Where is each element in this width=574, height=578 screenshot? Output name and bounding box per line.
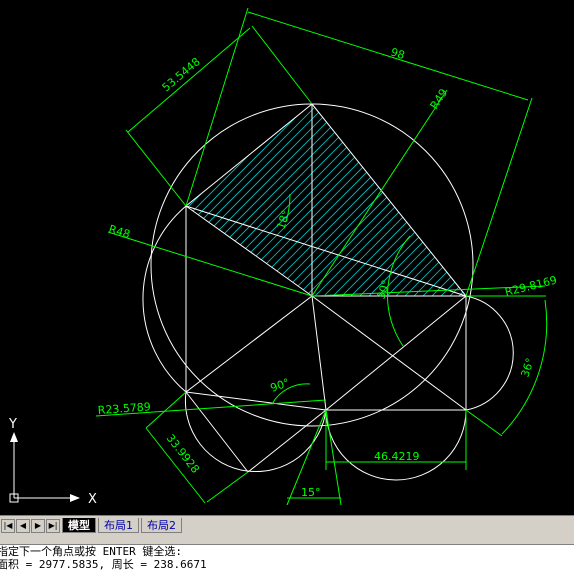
- left-arc: [142, 205, 187, 393]
- hatch-line: [192, 104, 414, 296]
- hatch-line: [228, 104, 450, 296]
- dim-53-5448[interactable]: 53.5448: [160, 55, 203, 94]
- hatch-line: [210, 104, 432, 296]
- hatch-line: [481, 90, 574, 310]
- first-tab-button[interactable]: |◀: [1, 518, 15, 533]
- dim-98[interactable]: 98: [389, 45, 406, 62]
- hatch-line: [186, 104, 234, 296]
- next-tab-button[interactable]: ▶: [31, 518, 45, 533]
- hatch-line: [553, 90, 574, 310]
- hatch-line: [318, 104, 466, 296]
- dim-46-4219[interactable]: 46.4219: [374, 450, 420, 463]
- hatch-line: [186, 104, 360, 296]
- cad-drawing[interactable]: 98 53.5448 R49 R48 18° 30° R29.8169 36° …: [0, 0, 574, 515]
- dim-30-deg[interactable]: 30°: [374, 278, 392, 301]
- tab-model[interactable]: 模型: [62, 518, 96, 533]
- dim-r48[interactable]: R48: [107, 222, 131, 241]
- ucs-y-label: Y: [8, 417, 17, 432]
- bottom-right-arc: [325, 409, 467, 481]
- ucs-icon: Y X: [8, 417, 97, 507]
- hatch-line: [462, 104, 466, 296]
- layout-tab-bar: |◀ ◀ ▶ ▶| 模型 布局1 布局2: [0, 515, 574, 535]
- hatch-line: [186, 104, 189, 296]
- hatch-line: [186, 104, 216, 296]
- tab-layout2[interactable]: 布局2: [141, 518, 182, 533]
- dim-15-deg[interactable]: 15°: [301, 486, 321, 499]
- hatch-line: [186, 104, 279, 296]
- hatch-line: [246, 104, 466, 296]
- hatch-line: [309, 104, 466, 296]
- hatch-line: [327, 104, 466, 296]
- bottom-left-arc: [184, 391, 327, 473]
- hatch-line: [186, 104, 387, 296]
- dim-90-deg[interactable]: 90°: [269, 376, 292, 395]
- hatch-line: [186, 104, 243, 296]
- ucs-x-label: X: [88, 492, 97, 507]
- hatch-line: [186, 104, 315, 296]
- hatch-line: [186, 104, 207, 296]
- hatch-line: [186, 104, 342, 296]
- hatch-line: [300, 104, 466, 296]
- command-splitter[interactable]: [0, 534, 574, 544]
- hatch-line: [186, 104, 405, 296]
- hatch-line: [186, 104, 225, 296]
- hatch-line: [490, 90, 574, 310]
- right-arc: [465, 295, 514, 411]
- hatch-line: [282, 104, 466, 296]
- hatch-line: [186, 104, 261, 296]
- prev-tab-button[interactable]: ◀: [16, 518, 30, 533]
- command-result-line: 面积 = 2977.5835, 周长 = 238.6671: [0, 558, 207, 571]
- command-history-line: 指定下一个角点或按 ENTER 键全选:: [0, 545, 182, 558]
- dim-18-deg[interactable]: 18°: [274, 208, 292, 231]
- dim-r29-8169[interactable]: R29.8169: [504, 273, 559, 298]
- hatch-line: [186, 104, 252, 296]
- hatch-line: [186, 104, 378, 296]
- hatch-pattern: [0, 90, 574, 310]
- hatch-line: [186, 104, 306, 296]
- hatch-line: [472, 90, 574, 310]
- tab-layout1[interactable]: 布局1: [98, 518, 139, 533]
- hatch-line: [345, 104, 466, 296]
- hatch-line: [562, 90, 574, 310]
- command-line-window[interactable]: 指定下一个角点或按 ENTER 键全选: 面积 = 2977.5835, 周长 …: [0, 544, 574, 578]
- hatch-line: [273, 104, 466, 296]
- drawing-canvas[interactable]: 98 53.5448 R49 R48 18° 30° R29.8169 36° …: [0, 0, 574, 515]
- hatch-line: [499, 90, 574, 310]
- hatch-line: [0, 90, 179, 310]
- hatch-line: [186, 104, 198, 296]
- last-tab-button[interactable]: ▶|: [46, 518, 60, 533]
- dim-36-deg[interactable]: 36°: [518, 356, 536, 379]
- hatch-line: [186, 104, 351, 296]
- dim-r23-5789[interactable]: R23.5789: [97, 400, 151, 417]
- hatch-line: [186, 104, 288, 296]
